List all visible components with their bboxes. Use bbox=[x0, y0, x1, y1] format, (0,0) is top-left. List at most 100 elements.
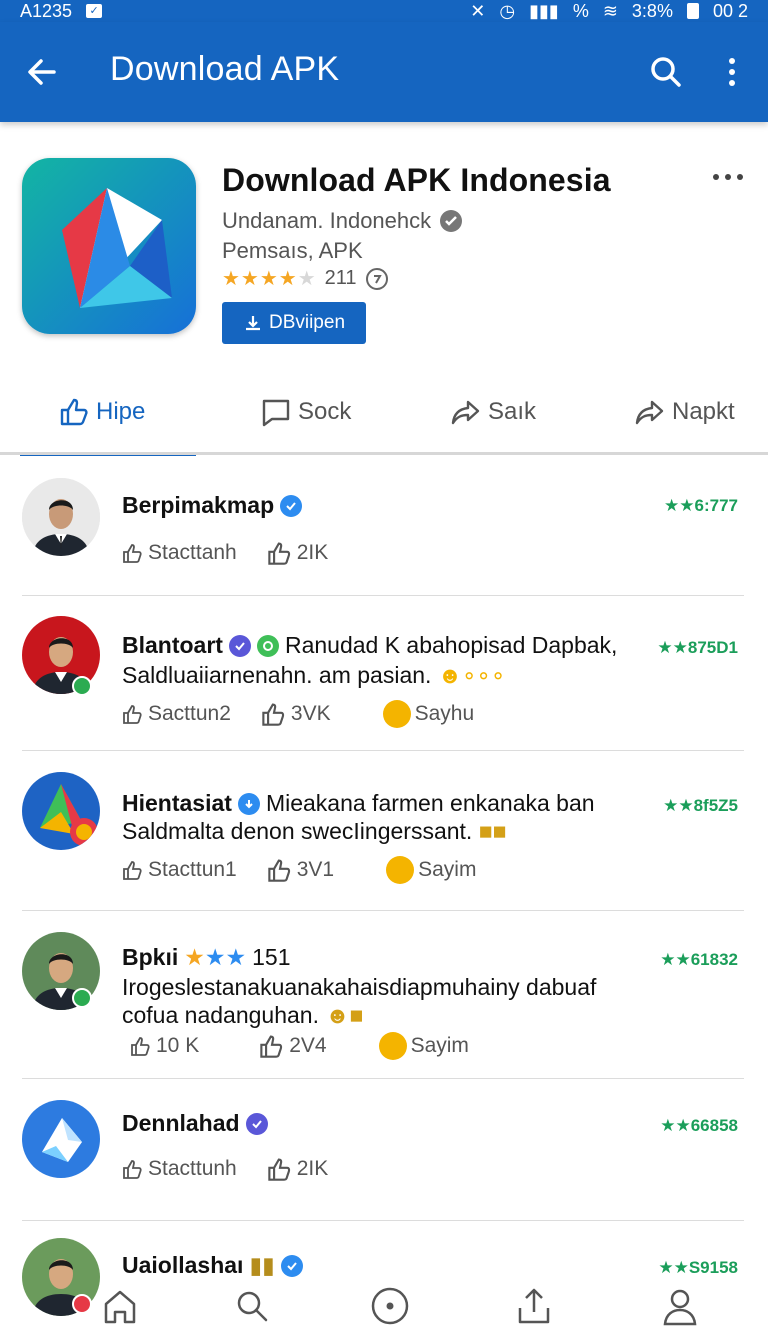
feed-item[interactable]: Bpkıi ★★★ 151 Irogeslestanakuanakahaisdi… bbox=[0, 930, 768, 1076]
thumbs-up-icon bbox=[268, 859, 290, 882]
like-action[interactable]: 3VK bbox=[261, 701, 331, 727]
battery-icon bbox=[686, 3, 699, 19]
search-button[interactable] bbox=[646, 52, 686, 92]
reaction-action[interactable]: Sayim bbox=[378, 1032, 469, 1060]
author-name-line: Bpkıi ★★★ 151 bbox=[122, 944, 290, 971]
avatar[interactable] bbox=[22, 772, 100, 850]
more-vert-icon bbox=[729, 58, 735, 86]
thumbs-up-icon bbox=[262, 703, 285, 726]
tab-saik[interactable]: Saık bbox=[450, 390, 536, 434]
verified-developer-icon bbox=[440, 210, 463, 232]
author-name: Hientasiat bbox=[122, 790, 232, 816]
online-badge-icon bbox=[72, 676, 92, 696]
reply-action[interactable]: Stacttunh bbox=[122, 1157, 237, 1181]
rating-score: ★★66858 bbox=[660, 1116, 738, 1135]
like-action[interactable]: 3V1 bbox=[267, 857, 334, 883]
status-bar: A1235 ✓ ✕ ◷ ▮▮▮ % ≋ 3:8% 00 2 bbox=[0, 0, 768, 22]
rating-score: ★★875D1 bbox=[657, 638, 738, 657]
author-name: Dennlahad bbox=[122, 1110, 240, 1136]
reply-action[interactable]: Stacttun1 bbox=[122, 858, 237, 882]
search-icon bbox=[651, 57, 681, 87]
install-button[interactable]: DBviipen bbox=[222, 302, 366, 344]
like-count: 2IK bbox=[296, 541, 329, 564]
tab-sock[interactable]: Sock bbox=[260, 390, 351, 434]
tab-hipe[interactable]: Hipe bbox=[58, 390, 145, 434]
item-divider bbox=[22, 1078, 744, 1079]
post-text-inline: Ranudad K abahopisad Dapbak, bbox=[284, 632, 618, 658]
nav-home[interactable] bbox=[98, 1284, 142, 1328]
sad-face-icon bbox=[386, 856, 415, 884]
download-notification-icon: ✓ bbox=[86, 4, 103, 18]
nav-share[interactable] bbox=[512, 1284, 556, 1328]
verified-badge-icon bbox=[280, 1254, 303, 1277]
feed-item[interactable]: Dennlahad ★★66858 Stacttunh 2IK bbox=[0, 1098, 768, 1218]
post-text: Saldluaiiarnenahn. am pasian. ☻∘∘∘ bbox=[122, 662, 506, 688]
like-action[interactable]: 2IK bbox=[267, 1156, 329, 1182]
item-divider bbox=[22, 750, 744, 751]
thumbs-up-icon bbox=[131, 1037, 150, 1056]
comment-icon bbox=[262, 399, 290, 427]
like-action[interactable]: 2V4 bbox=[259, 1033, 327, 1059]
verified-badge-icon bbox=[237, 792, 260, 815]
app-category: Pemsaıs, APK bbox=[222, 238, 363, 263]
app-overflow-button[interactable] bbox=[708, 162, 748, 192]
info-icon bbox=[365, 267, 388, 290]
nav-search[interactable] bbox=[230, 1284, 274, 1328]
reply-action[interactable]: Stacttanh bbox=[122, 541, 237, 565]
author-name-line: Blantoart Ranudad K abahopisad Dapbak, bbox=[122, 632, 617, 659]
feed-item[interactable]: Blantoart Ranudad K abahopisad Dapbak, S… bbox=[0, 614, 768, 750]
item-divider bbox=[22, 1220, 744, 1221]
gift-emoji-icon: ■■ bbox=[478, 818, 507, 844]
thumbs-up-icon bbox=[123, 544, 142, 563]
item-actions: Sacttun2 3VK Sayhu bbox=[122, 700, 474, 728]
thumbs-up-icon bbox=[260, 1035, 283, 1058]
download-icon bbox=[245, 316, 260, 331]
network-indicator: % bbox=[572, 0, 589, 21]
thumbs-up-icon bbox=[268, 1158, 290, 1181]
back-button[interactable] bbox=[22, 52, 62, 92]
thumbs-up-icon bbox=[123, 705, 142, 724]
signal-icon: ▮▮▮ bbox=[529, 0, 559, 21]
feed-item[interactable]: Berpimakmap ★★6:777 Stacttanh 2IK bbox=[0, 476, 768, 596]
reaction-action[interactable]: Sayim bbox=[386, 856, 476, 884]
app-bar: Download APK bbox=[0, 22, 768, 122]
avatar[interactable] bbox=[22, 478, 100, 556]
share-icon bbox=[451, 400, 480, 425]
tab-napkt[interactable]: Napkt bbox=[632, 390, 735, 434]
page-title: Download APK bbox=[110, 50, 340, 88]
like-count: 3VK bbox=[290, 702, 331, 725]
battery-percentage: 3:8% bbox=[631, 0, 673, 21]
like-count: 3V1 bbox=[296, 858, 335, 881]
reply-action[interactable]: 10 K bbox=[130, 1034, 199, 1058]
emoji-icon: ☻∘∘∘ bbox=[437, 662, 506, 688]
feed-item[interactable]: Uaiollashaı ▮▮ ★★S9158 bbox=[0, 1236, 768, 1316]
rating-score: ★★8f5Z5 bbox=[663, 796, 738, 815]
app-icon bbox=[22, 158, 196, 334]
author-name-line: Uaiollashaı ▮▮ bbox=[122, 1252, 303, 1279]
status-time: A1235 bbox=[20, 0, 73, 21]
sad-face-icon bbox=[378, 1032, 407, 1060]
tab-label: Sock bbox=[298, 398, 352, 425]
item-divider bbox=[22, 910, 744, 911]
post-count: 151 bbox=[252, 944, 291, 970]
share-icon bbox=[635, 400, 664, 425]
like-count: 2IK bbox=[296, 1157, 329, 1180]
more-options-button[interactable] bbox=[712, 52, 752, 92]
reply-action[interactable]: Sacttun2 bbox=[122, 702, 231, 726]
author-name: Uaiollashaı bbox=[122, 1252, 244, 1278]
stars-badge-icon: ★★★ bbox=[184, 944, 247, 970]
search-icon bbox=[237, 1291, 268, 1322]
like-action[interactable]: 2IK bbox=[267, 540, 329, 566]
item-actions: 10 K 2V4 Sayim bbox=[130, 1032, 469, 1060]
feed-item[interactable]: Hientasiat Mieakana farmen enkanaka ban … bbox=[0, 770, 768, 910]
rating-score: ★★S9158 bbox=[658, 1258, 738, 1277]
avatar[interactable] bbox=[22, 1100, 100, 1178]
nav-explore[interactable] bbox=[368, 1284, 412, 1328]
post-text: Irogeslestanakuanakahaisdiapmuhainy dabu… bbox=[122, 974, 597, 1000]
developer-line[interactable]: Undanam. Indonehck bbox=[222, 208, 463, 234]
thumbs-up-icon bbox=[268, 542, 290, 565]
share-upload-icon bbox=[518, 1288, 550, 1324]
author-name: Blantoart bbox=[122, 632, 223, 658]
nav-profile[interactable] bbox=[658, 1284, 702, 1328]
reaction-action[interactable]: Sayhu bbox=[382, 700, 474, 728]
